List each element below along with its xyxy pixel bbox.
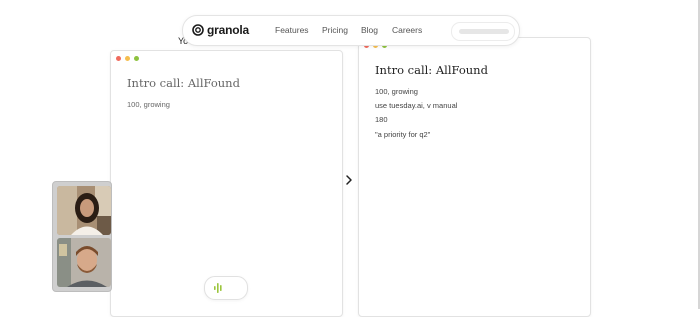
recording-indicator[interactable] — [204, 276, 248, 300]
window-controls — [116, 56, 139, 61]
audio-wave-icon — [214, 283, 222, 293]
participant-video — [57, 238, 111, 287]
top-navbar: granola Features Pricing Blog Careers — [182, 15, 520, 46]
chevron-right-icon — [346, 175, 352, 185]
maximize-dot[interactable] — [134, 56, 139, 61]
right-note-window: Intro call: AllFound 100, growing use tu… — [358, 37, 591, 317]
video-call-panel — [52, 181, 112, 292]
cta-placeholder-bar — [459, 29, 509, 34]
nav-link-careers[interactable]: Careers — [392, 25, 422, 35]
nav-cta-button[interactable] — [451, 22, 515, 41]
logo[interactable]: granola — [192, 23, 249, 37]
note-line: 100, growing — [375, 87, 418, 96]
close-dot[interactable] — [116, 56, 121, 61]
note-line: 100, growing — [127, 100, 170, 109]
nav-link-features[interactable]: Features — [275, 25, 309, 35]
note-title: Intro call: AllFound — [127, 76, 240, 90]
note-title: Intro call: AllFound — [375, 63, 488, 77]
minimize-dot[interactable] — [125, 56, 130, 61]
granola-logo-icon — [192, 24, 204, 36]
participant-video — [57, 186, 111, 235]
logo-text: granola — [207, 23, 249, 37]
nav-link-pricing[interactable]: Pricing — [322, 25, 348, 35]
note-line: "a priority for q2" — [375, 130, 431, 139]
note-line: use tuesday.ai, v manual — [375, 101, 458, 110]
note-line: 180 — [375, 115, 388, 124]
nav-link-blog[interactable]: Blog — [361, 25, 378, 35]
